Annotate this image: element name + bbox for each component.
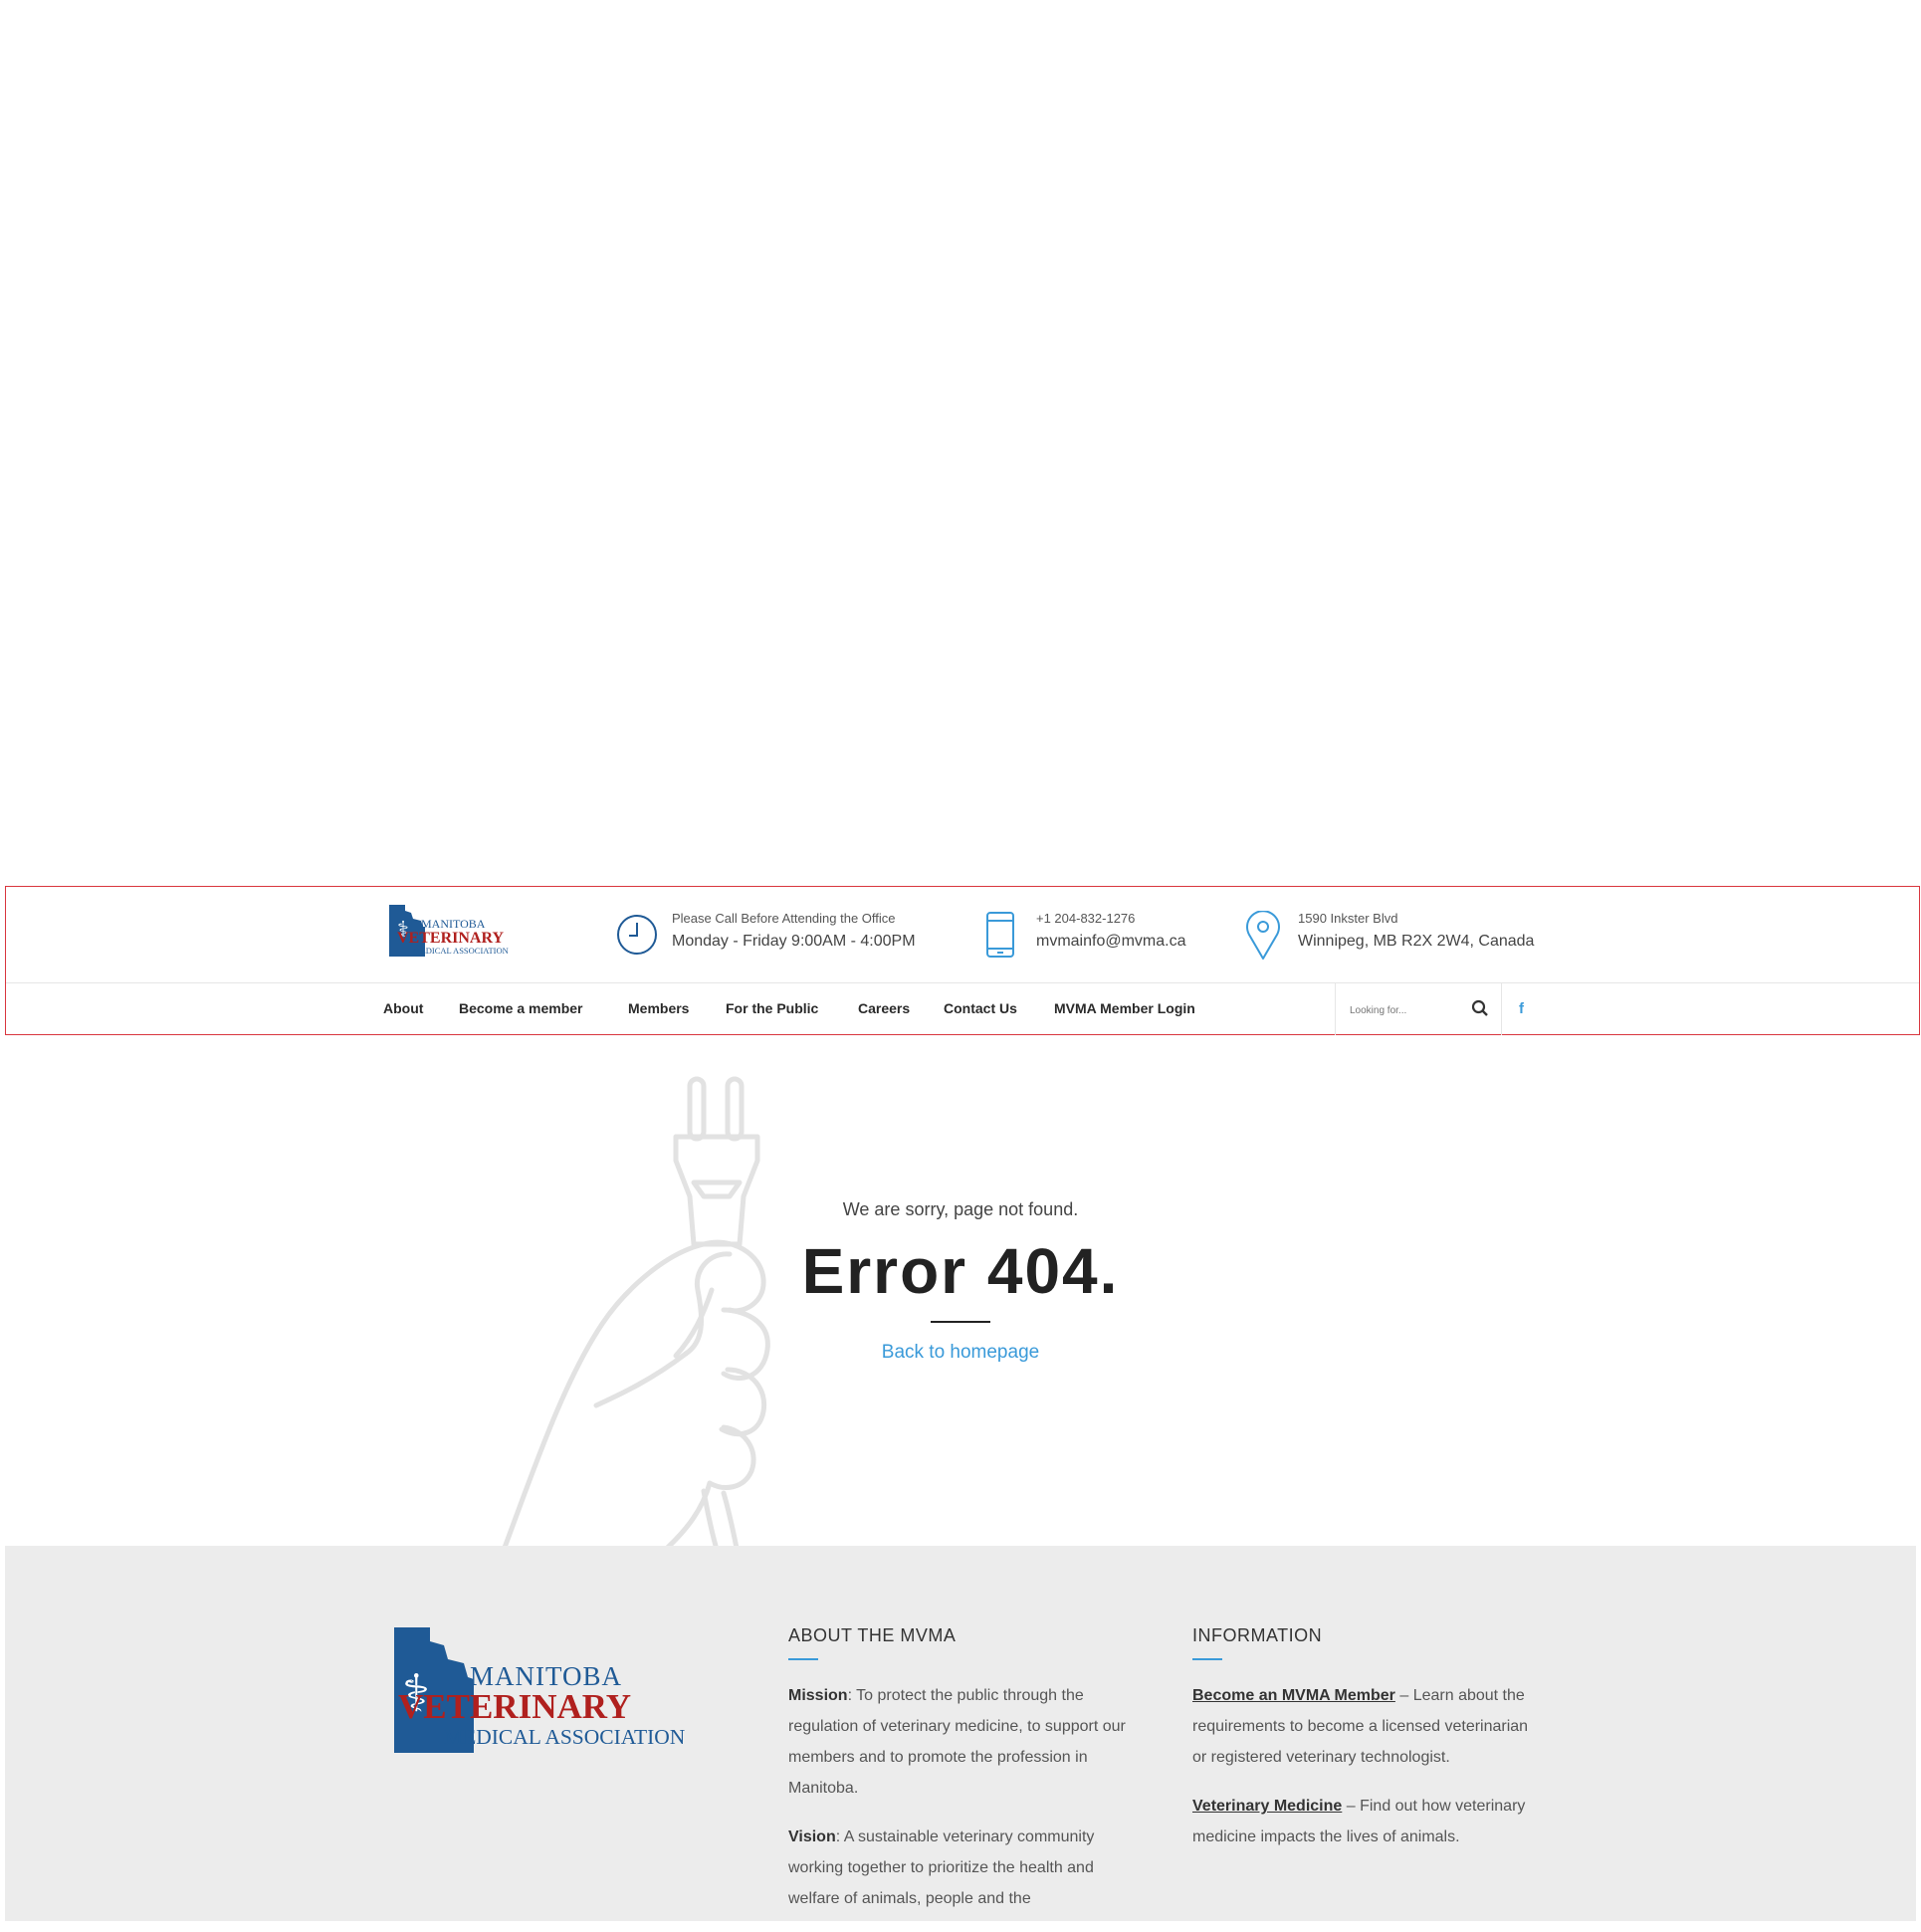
hours-note: Please Call Before Attending the Office xyxy=(672,911,896,926)
info-item-membership: Become an MVMA Member – Learn about the … xyxy=(1192,1680,1531,1773)
information-heading-underline xyxy=(1192,1658,1222,1660)
nav-about[interactable]: About xyxy=(383,1000,423,1016)
back-to-homepage-link[interactable]: Back to homepage xyxy=(5,1342,1916,1364)
footer-about-column: ABOUT THE MVMA Mission: To protect the p… xyxy=(788,1625,1127,1932)
nav-members[interactable]: Members xyxy=(628,1000,689,1016)
header-topbar: ⚕ MANITOBA VETERINARY MEDICAL ASSOCIATIO… xyxy=(6,887,1919,983)
error-message: We are sorry, page not found. xyxy=(842,1199,1079,1219)
office-hours-info: Please Call Before Attending the Office … xyxy=(615,907,944,963)
email-address[interactable]: mvmainfo@mvma.ca xyxy=(1036,933,1186,951)
vision-label: Vision xyxy=(788,1828,836,1845)
clock-icon xyxy=(617,915,657,955)
hand-plug-illustration xyxy=(502,1076,770,1546)
site-footer: ⚕ MANITOBA VETERINARY MEDICAL ASSOCIATIO… xyxy=(5,1546,1916,1921)
search-icon[interactable] xyxy=(1471,999,1489,1017)
about-heading-underline xyxy=(788,1658,818,1660)
phone-number[interactable]: +1 204-832-1276 xyxy=(1036,911,1135,926)
vision-paragraph: Vision: A sustainable veterinary communi… xyxy=(788,1822,1127,1914)
map-pin-icon xyxy=(1246,911,1280,960)
information-heading: INFORMATION xyxy=(1192,1625,1323,1645)
error-section: We are sorry, page not found. Error 404.… xyxy=(5,1035,1916,1546)
info-item-vet-medicine: Veterinary Medicine – Find out how veter… xyxy=(1192,1791,1531,1852)
nav-become-member[interactable]: Become a member xyxy=(459,1000,583,1016)
facebook-icon[interactable]: f xyxy=(1519,1000,1524,1017)
title-underline xyxy=(931,1321,990,1323)
mvma-logo[interactable]: ⚕ MANITOBA VETERINARY MEDICAL ASSOCIATIO… xyxy=(387,903,532,961)
search-box xyxy=(1335,983,1502,1035)
address-info: 1590 Inkster Blvd Winnipeg, MB R2X 2W4, … xyxy=(1241,907,1540,963)
error-title: Error 404. xyxy=(801,1235,1120,1307)
mission-paragraph: Mission: To protect the public through t… xyxy=(788,1680,1127,1804)
mission-label: Mission xyxy=(788,1687,848,1704)
search-input[interactable] xyxy=(1348,999,1461,1021)
hours-text: Monday - Friday 9:00AM - 4:00PM xyxy=(672,933,916,950)
nav-for-the-public[interactable]: For the Public xyxy=(726,1000,818,1016)
svg-text:MEDICAL ASSOCIATION: MEDICAL ASSOCIATION xyxy=(444,1725,686,1749)
nav-contact-us[interactable]: Contact Us xyxy=(944,1000,1017,1016)
svg-text:MANITOBA: MANITOBA xyxy=(421,917,486,931)
contact-info: +1 204-832-1276 mvmainfo@mvma.ca xyxy=(979,907,1218,963)
svg-text:VETERINARY: VETERINARY xyxy=(397,930,504,947)
address-street: 1590 Inkster Blvd xyxy=(1298,911,1398,926)
main-nav: About Become a member Members For the Pu… xyxy=(6,983,1919,1035)
site-header: ⚕ MANITOBA VETERINARY MEDICAL ASSOCIATIO… xyxy=(5,886,1920,1035)
svg-text:MEDICAL ASSOCIATION: MEDICAL ASSOCIATION xyxy=(413,946,509,956)
phone-icon xyxy=(986,912,1014,958)
nav-careers[interactable]: Careers xyxy=(858,1000,910,1016)
become-member-link[interactable]: Become an MVMA Member xyxy=(1192,1687,1395,1704)
veterinary-medicine-link[interactable]: Veterinary Medicine xyxy=(1192,1798,1342,1815)
address-city: Winnipeg, MB R2X 2W4, Canada xyxy=(1298,933,1535,950)
about-heading: ABOUT THE MVMA xyxy=(788,1625,957,1645)
footer-information-column: INFORMATION Become an MVMA Member – Lear… xyxy=(1192,1625,1531,1870)
nav-member-login[interactable]: MVMA Member Login xyxy=(1054,1000,1195,1016)
svg-text:VETERINARY: VETERINARY xyxy=(398,1687,631,1726)
footer-mvma-logo[interactable]: ⚕ MANITOBA VETERINARY MEDICAL ASSOCIATIO… xyxy=(388,1625,737,1755)
